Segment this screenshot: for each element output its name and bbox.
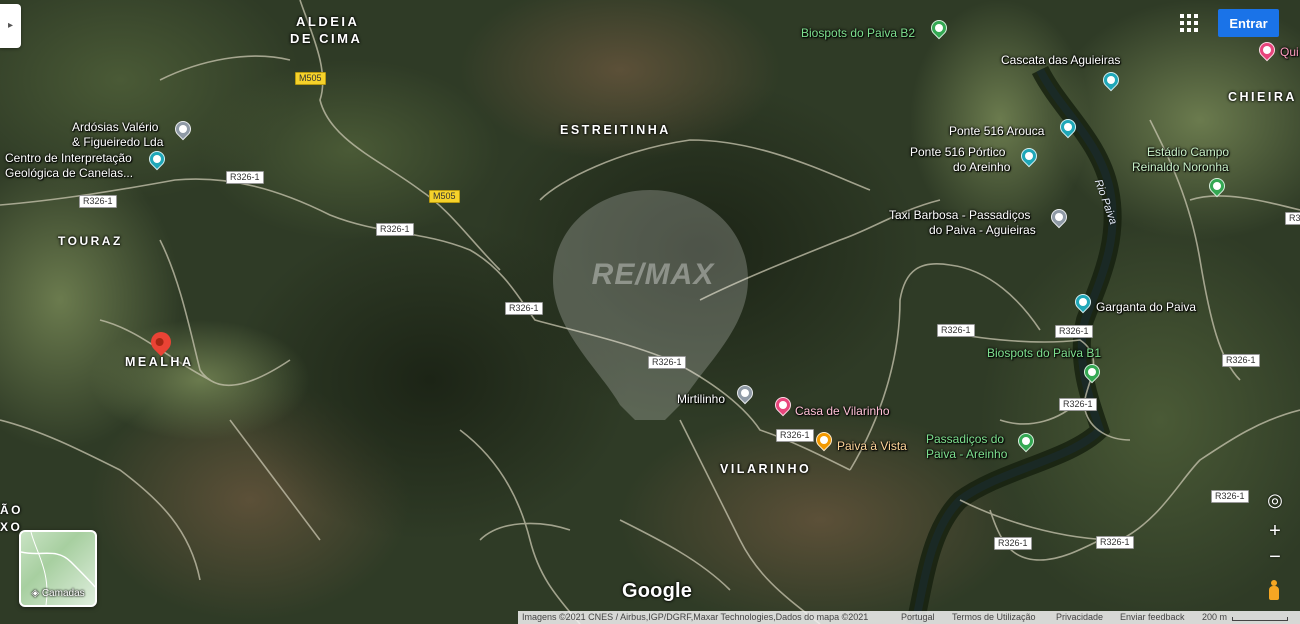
remax-watermark: RE/MAX: [591, 258, 715, 291]
poi-label[interactable]: do Areinho: [953, 160, 1010, 174]
road-shield: R326-1: [226, 171, 264, 184]
poi-label[interactable]: Biospots do Paiva B1: [987, 346, 1101, 360]
imagery-attribution: Imagens ©2021 CNES / Airbus,IGP/DGRF,Max…: [522, 612, 869, 622]
place-label: MEALHA: [125, 355, 194, 369]
layers-icon: ◈: [31, 588, 40, 599]
road-shield: R326-1: [776, 429, 814, 442]
road-shield: R326-1: [994, 537, 1032, 550]
terms-link[interactable]: Termos de Utilização: [952, 611, 1036, 624]
road-shield: R326-1: [505, 302, 543, 315]
poi-label[interactable]: Qui: [1280, 45, 1299, 59]
poi-label[interactable]: Casa de Vilarinho: [795, 404, 890, 418]
chevron-right-icon: ▸: [7, 20, 14, 31]
road-shield: R326-1: [648, 356, 686, 369]
send-feedback-link[interactable]: Enviar feedback: [1120, 611, 1185, 624]
poi-label[interactable]: Biospots do Paiva B2: [801, 26, 915, 40]
country-link[interactable]: Portugal: [901, 611, 935, 624]
road-shield: R326-1: [1222, 354, 1260, 367]
road-shield: R326-1: [1096, 536, 1134, 549]
poi-label[interactable]: Geológica de Canelas...: [5, 166, 133, 180]
poi-label[interactable]: Mirtilinho: [677, 392, 725, 406]
poi-label[interactable]: Reinaldo Noronha: [1132, 160, 1229, 174]
place-label: ALDEIA: [296, 14, 360, 29]
poi-label[interactable]: Paiva à Vista: [837, 439, 907, 453]
zoom-in-button[interactable]: +: [1262, 520, 1288, 543]
street-view-pegman-icon[interactable]: [1268, 580, 1280, 600]
scale-bar: [1232, 617, 1288, 621]
collapse-panel-button[interactable]: ▸: [0, 4, 21, 48]
sign-in-button[interactable]: Entrar: [1218, 9, 1279, 37]
poi-label[interactable]: Ponte 516 Pórtico: [910, 145, 1005, 159]
road-shield: M505: [429, 190, 460, 203]
place-label: ÃO: [0, 503, 23, 517]
road-shield: M505: [295, 72, 326, 85]
attribution-bar: Imagens ©2021 CNES / Airbus,IGP/DGRF,Max…: [518, 611, 1300, 624]
layers-label: Camadas: [41, 588, 85, 599]
my-location-icon[interactable]: ◎: [1262, 490, 1288, 511]
place-label: DE CIMA: [290, 31, 363, 46]
poi-label[interactable]: Passadiços do: [926, 432, 1004, 446]
poi-label[interactable]: & Figueiredo Lda: [72, 135, 163, 149]
place-label: VILARINHO: [720, 462, 812, 476]
poi-label[interactable]: Garganta do Paiva: [1096, 300, 1196, 314]
poi-label[interactable]: Ardósias Valério: [72, 120, 158, 134]
poi-label[interactable]: Paiva - Areinho: [926, 447, 1007, 461]
scale-label: 200 m: [1202, 612, 1228, 622]
apps-grid-icon[interactable]: [1180, 14, 1198, 32]
road-shield: R326-1: [1059, 398, 1097, 411]
place-label: ESTREITINHA: [560, 123, 671, 137]
poi-label[interactable]: Centro de Interpretação: [5, 151, 132, 165]
place-label: TOURAZ: [58, 234, 123, 248]
road-shield: R326-1: [376, 223, 414, 236]
poi-label[interactable]: Taxi Barbosa - Passadiços: [889, 208, 1030, 222]
layers-button[interactable]: ◈ Camadas: [19, 530, 97, 607]
poi-label[interactable]: Cascata das Aguieiras: [1001, 53, 1120, 67]
road-shield: R326-1: [79, 195, 117, 208]
google-logo: Google: [622, 580, 693, 602]
poi-label[interactable]: Estádio Campo: [1147, 145, 1229, 159]
road-shield: R326-1: [937, 324, 975, 337]
zoom-out-button[interactable]: −: [1262, 546, 1288, 569]
road-shield: R326-1: [1285, 212, 1300, 225]
road-shield: R326-1: [1211, 490, 1249, 503]
privacy-link[interactable]: Privacidade: [1056, 611, 1103, 624]
poi-label[interactable]: Ponte 516 Arouca: [949, 124, 1044, 138]
poi-label[interactable]: do Paiva - Aguieiras: [929, 223, 1036, 237]
road-shield: R326-1: [1055, 325, 1093, 338]
place-label: CHIEIRA: [1228, 90, 1297, 104]
